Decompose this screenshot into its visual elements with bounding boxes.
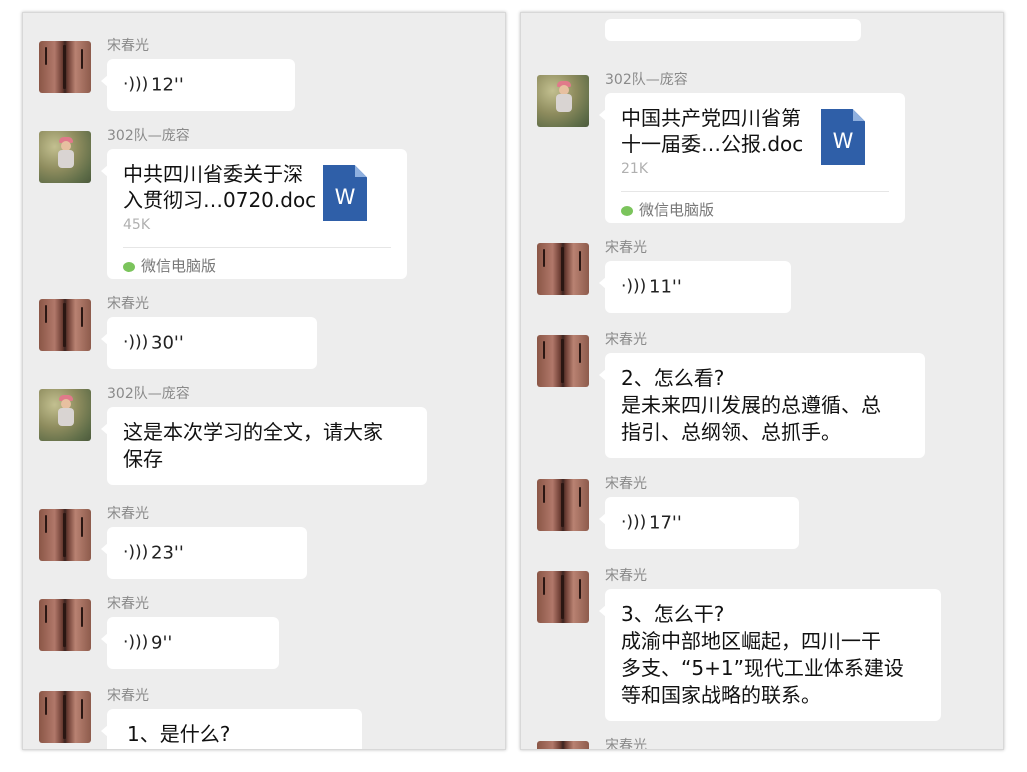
sender-name: 302队—庞容 <box>605 72 688 88</box>
voice-message-bubble[interactable]: ·))) 11'' <box>599 261 791 313</box>
sender-name: 宋春光 <box>107 688 149 704</box>
sender-name: 宋春光 <box>107 38 149 54</box>
wechat-icon <box>621 205 633 216</box>
voice-wave-icon: ·))) <box>123 74 149 95</box>
message-text: 这是本次学习的全文，请大家 保存 <box>123 420 383 471</box>
file-size: 21K <box>621 161 648 177</box>
avatar[interactable] <box>39 131 91 183</box>
sender-name: 宋春光 <box>107 296 149 312</box>
text-message-bubble[interactable]: 1、是什么? <box>101 709 362 749</box>
avatar[interactable] <box>537 243 589 295</box>
avatar[interactable] <box>537 479 589 531</box>
file-message-bubble[interactable]: 中国共产党四川省第 十一届委…公报.doc W 21K 微信电脑版 <box>599 93 905 223</box>
message-text: 1、是什么? <box>127 722 231 746</box>
sender-name: 302队—庞容 <box>107 128 190 144</box>
text-message-bubble[interactable]: 2、怎么看? 是未来四川发展的总遵循、总 指引、总纲领、总抓手。 <box>599 353 925 458</box>
voice-duration: 23'' <box>151 542 184 564</box>
avatar[interactable] <box>537 335 589 387</box>
avatar[interactable] <box>39 299 91 351</box>
avatar[interactable] <box>537 75 589 127</box>
voice-message-bubble[interactable]: ·))) 9'' <box>101 617 279 669</box>
sender-name: 宋春光 <box>605 332 647 348</box>
voice-duration: 30'' <box>151 332 184 354</box>
message-text: 3、怎么干? 成渝中部地区崛起，四川一干 多支、“5+1”现代工业体系建设 等和… <box>621 602 904 707</box>
chat-panel-left: 宋春光 ·))) 12'' 302队—庞容 中共四川省委关于深 入贯彻习…072… <box>22 12 506 750</box>
word-document-icon: W <box>323 165 367 221</box>
voice-wave-icon: ·))) <box>123 332 149 353</box>
avatar[interactable] <box>39 41 91 93</box>
voice-duration: 9'' <box>151 632 173 654</box>
voice-message-bubble[interactable]: ·))) 30'' <box>101 317 317 369</box>
avatar[interactable] <box>537 571 589 623</box>
word-document-icon: W <box>821 109 865 165</box>
avatar[interactable] <box>39 599 91 651</box>
voice-wave-icon: ·))) <box>621 276 647 297</box>
voice-duration: 11'' <box>649 276 682 298</box>
wechat-icon <box>123 261 135 272</box>
sender-name: 宋春光 <box>605 738 647 750</box>
voice-wave-icon: ·))) <box>123 542 149 563</box>
avatar[interactable] <box>39 509 91 561</box>
voice-duration: 17'' <box>649 512 682 534</box>
sender-name: 302队—庞容 <box>107 386 190 402</box>
file-name: 中国共产党四川省第 十一届委…公报.doc <box>621 106 804 156</box>
voice-wave-icon: ·))) <box>621 512 647 533</box>
sender-name: 宋春光 <box>605 476 647 492</box>
voice-duration: 12'' <box>151 74 184 96</box>
file-message-bubble[interactable]: 中共四川省委关于深 入贯彻习…0720.doc W 45K 微信电脑版 <box>101 149 407 279</box>
message-text: 2、怎么看? 是未来四川发展的总遵循、总 指引、总纲领、总抓手。 <box>621 366 881 444</box>
sender-name: 宋春光 <box>605 240 647 256</box>
file-source: 微信电脑版 <box>123 255 216 276</box>
voice-message-bubble[interactable]: ·))) 23'' <box>101 527 307 579</box>
file-name: 中共四川省委关于深 入贯彻习…0720.doc <box>123 162 317 212</box>
file-source: 微信电脑版 <box>621 199 714 220</box>
sender-name: 宋春光 <box>605 568 647 584</box>
voice-message-bubble[interactable]: ·))) 17'' <box>599 497 799 549</box>
sender-name: 宋春光 <box>107 596 149 612</box>
text-message-bubble[interactable]: 这是本次学习的全文，请大家 保存 <box>101 407 427 485</box>
file-size: 45K <box>123 217 150 233</box>
voice-wave-icon: ·))) <box>123 632 149 653</box>
text-message-bubble[interactable]: 3、怎么干? 成渝中部地区崛起，四川一干 多支、“5+1”现代工业体系建设 等和… <box>599 589 941 721</box>
avatar[interactable] <box>537 741 589 749</box>
sender-name: 宋春光 <box>107 506 149 522</box>
avatar[interactable] <box>39 691 91 743</box>
divider <box>621 191 889 192</box>
truncated-message-bubble[interactable] <box>605 19 861 41</box>
avatar[interactable] <box>39 389 91 441</box>
voice-message-bubble[interactable]: ·))) 12'' <box>101 59 295 111</box>
divider <box>123 247 391 248</box>
chat-panel-right: 302队—庞容 中国共产党四川省第 十一届委…公报.doc W 21K 微信电脑… <box>520 12 1004 750</box>
